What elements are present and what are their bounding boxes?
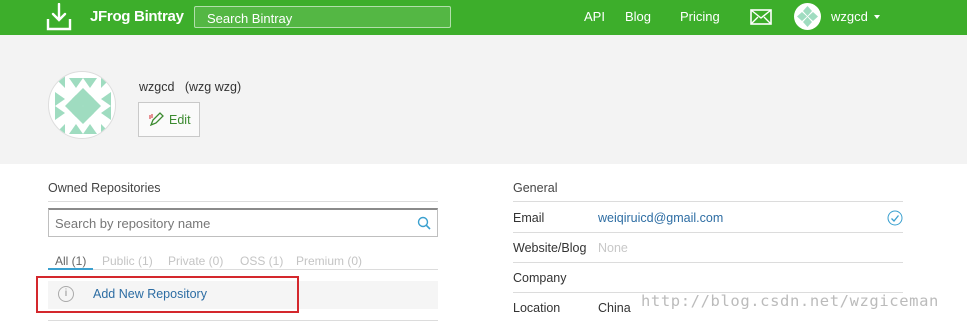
- avatar-small[interactable]: [794, 3, 821, 30]
- avatar-pattern-icon: [797, 6, 818, 27]
- divider: [513, 201, 903, 202]
- logo-text[interactable]: JFrog Bintray: [90, 8, 184, 25]
- email-label: Email: [513, 211, 545, 225]
- search-input[interactable]: [194, 6, 451, 28]
- tab-private[interactable]: Private (0): [168, 254, 223, 268]
- nav-blog-link[interactable]: Blog: [625, 9, 651, 24]
- edit-button-label: Edit: [169, 113, 191, 127]
- top-nav-bar: JFrog Bintray API Blog Pricing wzgcd: [0, 0, 967, 35]
- highlight-annotation-box: [36, 276, 299, 313]
- tab-public[interactable]: Public (1): [102, 254, 153, 268]
- pencil-icon: [149, 112, 164, 127]
- website-value: None: [598, 241, 628, 255]
- download-logo-icon[interactable]: [46, 3, 72, 31]
- watermark-text: http://blog.csdn.net/wzgiceman: [641, 292, 939, 310]
- tab-premium[interactable]: Premium (0): [296, 254, 362, 268]
- divider: [48, 320, 438, 321]
- divider: [513, 262, 903, 263]
- website-label: Website/Blog: [513, 241, 587, 255]
- edit-profile-button[interactable]: Edit: [138, 102, 200, 137]
- tab-all[interactable]: All (1): [55, 254, 86, 268]
- avatar-pattern-icon: [49, 72, 115, 138]
- profile-header: wzgcd (wzg wzg) Edit: [0, 35, 967, 164]
- verified-check-icon: [887, 210, 903, 226]
- owned-repositories-title: Owned Repositories: [48, 181, 161, 195]
- location-value: China: [598, 301, 631, 315]
- general-title: General: [513, 181, 558, 195]
- active-tab-indicator: [48, 268, 93, 270]
- location-label: Location: [513, 301, 561, 315]
- search-icon[interactable]: [417, 216, 431, 230]
- caret-down-icon[interactable]: [874, 15, 880, 19]
- tab-oss[interactable]: OSS (1): [240, 254, 283, 268]
- repository-search-input[interactable]: [48, 208, 438, 237]
- profile-avatar: [48, 71, 116, 139]
- nav-api-link[interactable]: API: [584, 9, 605, 24]
- divider: [513, 232, 903, 233]
- mail-icon[interactable]: [750, 9, 772, 25]
- company-label: Company: [513, 271, 567, 285]
- profile-name: wzgcd (wzg wzg): [139, 80, 242, 94]
- divider: [48, 201, 438, 202]
- user-menu-name[interactable]: wzgcd: [831, 9, 868, 24]
- email-value[interactable]: weiqiruicd@gmail.com: [598, 211, 723, 225]
- nav-pricing-link[interactable]: Pricing: [680, 9, 720, 24]
- tabs-divider: [48, 269, 438, 270]
